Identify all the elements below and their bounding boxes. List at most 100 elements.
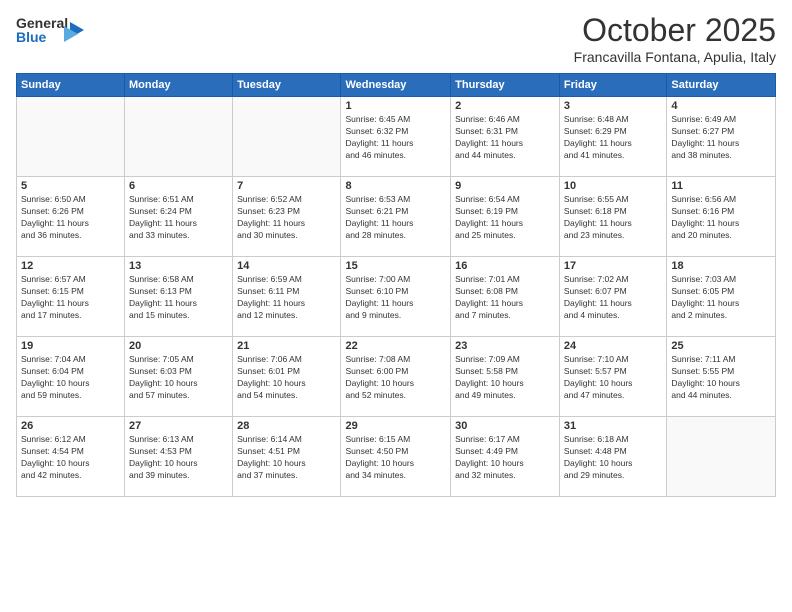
day-info: Sunrise: 6:59 AMSunset: 6:11 PMDaylight:… bbox=[237, 274, 336, 322]
calendar-week-row: 19Sunrise: 7:04 AMSunset: 6:04 PMDayligh… bbox=[17, 337, 776, 417]
calendar-cell: 21Sunrise: 7:06 AMSunset: 6:01 PMDayligh… bbox=[233, 337, 341, 417]
calendar-cell: 7 Sunrise: 6:52 AMSunset: 6:23 PMDaylight… bbox=[233, 177, 341, 257]
calendar-cell: 10 Sunrise: 6:55 AMSunset: 6:18 PMDayligh… bbox=[559, 177, 666, 257]
day-info: Sunrise: 6:51 AMSunset: 6:24 PMDaylight:… bbox=[129, 194, 228, 242]
day-number: 24 bbox=[564, 340, 662, 352]
col-sunday: Sunday bbox=[17, 74, 125, 97]
day-number: 20 bbox=[129, 340, 228, 352]
day-number: 4 bbox=[671, 100, 771, 112]
calendar-cell bbox=[667, 417, 776, 497]
calendar-cell: 23 Sunrise: 7:09 AMSunset: 5:58 PMDayligh… bbox=[451, 337, 560, 417]
day-number: 2 bbox=[455, 100, 555, 112]
day-number: 10 bbox=[564, 180, 662, 192]
calendar-table: Sunday Monday Tuesday Wednesday Thursday… bbox=[16, 73, 776, 497]
day-number: 27 bbox=[129, 420, 228, 432]
day-number: 18 bbox=[671, 260, 771, 272]
calendar-cell: 14 Sunrise: 6:59 AMSunset: 6:11 PMDayligh… bbox=[233, 257, 341, 337]
day-number: 7 bbox=[237, 180, 336, 192]
calendar-cell: 31Sunrise: 6:18 AMSunset: 4:48 PMDayligh… bbox=[559, 417, 666, 497]
day-number: 15 bbox=[345, 260, 446, 272]
day-number: 8 bbox=[345, 180, 446, 192]
day-info: Sunrise: 7:09 AMSunset: 5:58 PMDaylight:… bbox=[455, 354, 555, 402]
calendar-cell bbox=[125, 97, 233, 177]
col-thursday: Thursday bbox=[451, 74, 560, 97]
day-number: 22 bbox=[345, 340, 446, 352]
calendar-cell: 9 Sunrise: 6:54 AMSunset: 6:19 PMDaylight… bbox=[451, 177, 560, 257]
day-number: 14 bbox=[237, 260, 336, 272]
calendar-cell: 19Sunrise: 7:04 AMSunset: 6:04 PMDayligh… bbox=[17, 337, 125, 417]
day-number: 28 bbox=[237, 420, 336, 432]
col-monday: Monday bbox=[125, 74, 233, 97]
day-info: Sunrise: 6:46 AMSunset: 6:31 PMDaylight:… bbox=[455, 114, 555, 162]
calendar-cell: 29 Sunrise: 6:15 AMSunset: 4:50 PMDayligh… bbox=[341, 417, 451, 497]
location-subtitle: Francavilla Fontana, Apulia, Italy bbox=[574, 49, 776, 65]
calendar-cell: 11Sunrise: 6:56 AMSunset: 6:16 PMDayligh… bbox=[667, 177, 776, 257]
day-info: Sunrise: 6:12 AMSunset: 4:54 PMDaylight:… bbox=[21, 434, 120, 482]
calendar-cell: 22 Sunrise: 7:08 AMSunset: 6:00 PMDayligh… bbox=[341, 337, 451, 417]
day-info: Sunrise: 6:55 AMSunset: 6:18 PMDaylight:… bbox=[564, 194, 662, 242]
day-info: Sunrise: 6:49 AMSunset: 6:27 PMDaylight:… bbox=[671, 114, 771, 162]
day-number: 25 bbox=[671, 340, 771, 352]
day-number: 23 bbox=[455, 340, 555, 352]
calendar-cell: 25 Sunrise: 7:11 AMSunset: 5:55 PMDayligh… bbox=[667, 337, 776, 417]
calendar-cell: 16 Sunrise: 7:01 AMSunset: 6:08 PMDayligh… bbox=[451, 257, 560, 337]
calendar-cell: 12 Sunrise: 6:57 AMSunset: 6:15 PMDayligh… bbox=[17, 257, 125, 337]
day-info: Sunrise: 6:15 AMSunset: 4:50 PMDaylight:… bbox=[345, 434, 446, 482]
day-number: 5 bbox=[21, 180, 120, 192]
calendar-cell: 13Sunrise: 6:58 AMSunset: 6:13 PMDayligh… bbox=[125, 257, 233, 337]
logo: General Blue bbox=[16, 12, 88, 52]
day-number: 29 bbox=[345, 420, 446, 432]
page: General Blue October 2025 Francavilla Fo… bbox=[0, 0, 792, 612]
day-number: 12 bbox=[21, 260, 120, 272]
calendar-week-row: 12 Sunrise: 6:57 AMSunset: 6:15 PMDayligh… bbox=[17, 257, 776, 337]
day-info: Sunrise: 7:02 AMSunset: 6:07 PMDaylight:… bbox=[564, 274, 662, 322]
calendar-cell bbox=[17, 97, 125, 177]
day-info: Sunrise: 6:52 AMSunset: 6:23 PMDaylight:… bbox=[237, 194, 336, 242]
day-number: 26 bbox=[21, 420, 120, 432]
calendar-cell: 6 Sunrise: 6:51 AMSunset: 6:24 PMDaylight… bbox=[125, 177, 233, 257]
day-info: Sunrise: 6:48 AMSunset: 6:29 PMDaylight:… bbox=[564, 114, 662, 162]
calendar-cell: 2 Sunrise: 6:46 AMSunset: 6:31 PMDaylight… bbox=[451, 97, 560, 177]
day-info: Sunrise: 6:50 AMSunset: 6:26 PMDaylight:… bbox=[21, 194, 120, 242]
col-saturday: Saturday bbox=[667, 74, 776, 97]
day-info: Sunrise: 6:17 AMSunset: 4:49 PMDaylight:… bbox=[455, 434, 555, 482]
day-info: Sunrise: 6:18 AMSunset: 4:48 PMDaylight:… bbox=[564, 434, 662, 482]
calendar-cell: 30 Sunrise: 6:17 AMSunset: 4:49 PMDayligh… bbox=[451, 417, 560, 497]
calendar-week-row: 26 Sunrise: 6:12 AMSunset: 4:54 PMDayligh… bbox=[17, 417, 776, 497]
day-number: 16 bbox=[455, 260, 555, 272]
day-info: Sunrise: 6:57 AMSunset: 6:15 PMDaylight:… bbox=[21, 274, 120, 322]
day-info: Sunrise: 6:13 AMSunset: 4:53 PMDaylight:… bbox=[129, 434, 228, 482]
day-info: Sunrise: 7:06 AMSunset: 6:01 PMDaylight:… bbox=[237, 354, 336, 402]
calendar-cell: 1Sunrise: 6:45 AMSunset: 6:32 PMDaylight… bbox=[341, 97, 451, 177]
calendar-cell: 8 Sunrise: 6:53 AMSunset: 6:21 PMDaylight… bbox=[341, 177, 451, 257]
logo-icon: General Blue bbox=[16, 12, 86, 52]
col-friday: Friday bbox=[559, 74, 666, 97]
calendar-cell bbox=[233, 97, 341, 177]
day-number: 6 bbox=[129, 180, 228, 192]
title-block: October 2025 Francavilla Fontana, Apulia… bbox=[574, 12, 776, 65]
svg-text:Blue: Blue bbox=[16, 29, 47, 45]
day-info: Sunrise: 7:08 AMSunset: 6:00 PMDaylight:… bbox=[345, 354, 446, 402]
calendar-cell: 4 Sunrise: 6:49 AMSunset: 6:27 PMDaylight… bbox=[667, 97, 776, 177]
day-info: Sunrise: 7:01 AMSunset: 6:08 PMDaylight:… bbox=[455, 274, 555, 322]
header: General Blue October 2025 Francavilla Fo… bbox=[16, 12, 776, 65]
day-info: Sunrise: 6:54 AMSunset: 6:19 PMDaylight:… bbox=[455, 194, 555, 242]
calendar-week-row: 1Sunrise: 6:45 AMSunset: 6:32 PMDaylight… bbox=[17, 97, 776, 177]
day-number: 30 bbox=[455, 420, 555, 432]
calendar-cell: 18Sunrise: 7:03 AMSunset: 6:05 PMDayligh… bbox=[667, 257, 776, 337]
calendar-cell: 5 Sunrise: 6:50 AMSunset: 6:26 PMDaylight… bbox=[17, 177, 125, 257]
calendar-cell: 28 Sunrise: 6:14 AMSunset: 4:51 PMDayligh… bbox=[233, 417, 341, 497]
day-info: Sunrise: 6:53 AMSunset: 6:21 PMDaylight:… bbox=[345, 194, 446, 242]
calendar-cell: 26 Sunrise: 6:12 AMSunset: 4:54 PMDayligh… bbox=[17, 417, 125, 497]
day-number: 3 bbox=[564, 100, 662, 112]
day-info: Sunrise: 6:14 AMSunset: 4:51 PMDaylight:… bbox=[237, 434, 336, 482]
day-info: Sunrise: 7:00 AMSunset: 6:10 PMDaylight:… bbox=[345, 274, 446, 322]
calendar-cell: 3 Sunrise: 6:48 AMSunset: 6:29 PMDaylight… bbox=[559, 97, 666, 177]
calendar-cell: 17Sunrise: 7:02 AMSunset: 6:07 PMDayligh… bbox=[559, 257, 666, 337]
day-info: Sunrise: 7:10 AMSunset: 5:57 PMDaylight:… bbox=[564, 354, 662, 402]
day-number: 9 bbox=[455, 180, 555, 192]
day-info: Sunrise: 7:11 AMSunset: 5:55 PMDaylight:… bbox=[671, 354, 771, 402]
calendar-cell: 27 Sunrise: 6:13 AMSunset: 4:53 PMDayligh… bbox=[125, 417, 233, 497]
month-title: October 2025 bbox=[574, 12, 776, 49]
day-number: 11 bbox=[671, 180, 771, 192]
